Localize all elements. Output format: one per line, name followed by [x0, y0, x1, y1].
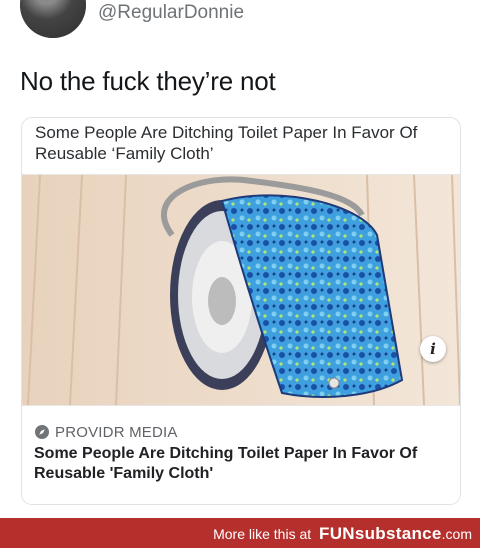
- footer-banner[interactable]: More like this at FUNsubstance.com: [0, 518, 480, 548]
- footer-prefix: More like this at: [213, 526, 312, 542]
- avatar[interactable]: [20, 0, 86, 38]
- avatar-image: [20, 0, 86, 38]
- card-top-title[interactable]: Some People Are Ditching Toilet Paper In…: [35, 122, 435, 164]
- toilet-roll-illustration: [22, 175, 460, 405]
- user-handle[interactable]: @RegularDonnie: [98, 2, 244, 24]
- provider-row[interactable]: PROVIDR MEDIA: [34, 422, 178, 442]
- info-icon[interactable]: i: [420, 336, 446, 362]
- provider-name: PROVIDR MEDIA: [55, 423, 178, 441]
- compass-icon: [35, 425, 49, 439]
- footer-text: More like this at FUNsubstance.com: [213, 524, 472, 544]
- footer-brand: FUNsubstance: [319, 524, 442, 543]
- tweet-text: No the fuck they’re not: [20, 66, 276, 96]
- card-bottom-title[interactable]: Some People Are Ditching Toilet Paper In…: [34, 444, 444, 484]
- card-image[interactable]: [22, 174, 460, 406]
- footer-suffix: .com: [441, 526, 472, 542]
- link-card[interactable]: Some People Are Ditching Toilet Paper In…: [21, 117, 461, 505]
